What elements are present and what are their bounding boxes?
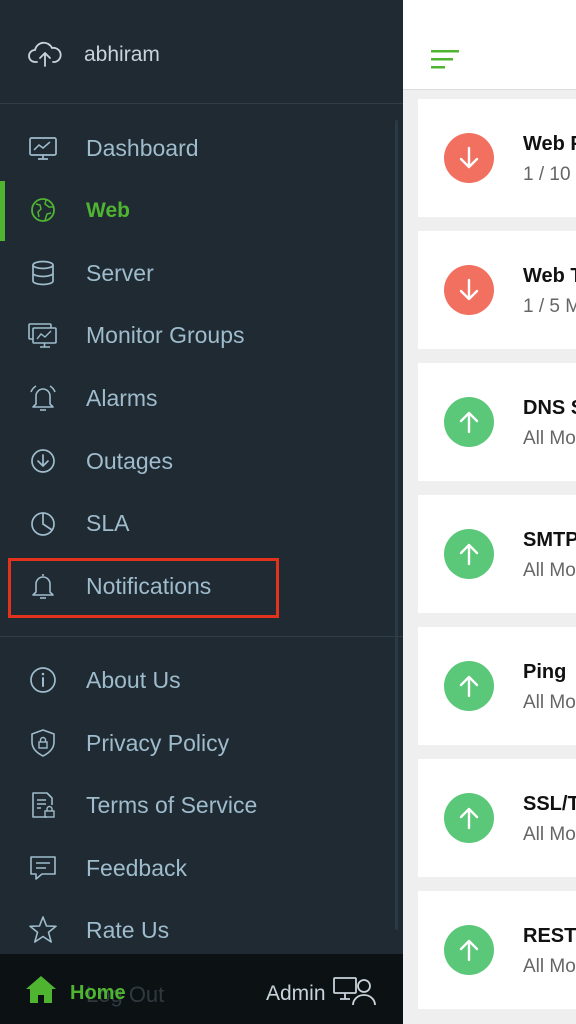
profile-header[interactable]: abhiram	[0, 0, 403, 104]
top-app-bar	[403, 0, 576, 90]
status-up-icon	[444, 925, 494, 975]
nav-label: Privacy Policy	[86, 730, 230, 756]
nav-item-web[interactable]: Web	[0, 181, 403, 241]
nav-label: About Us	[86, 667, 181, 693]
nav-label: Rate Us	[86, 917, 170, 943]
nav-label: Outages	[86, 448, 173, 474]
nav-label: Web	[86, 199, 130, 222]
highlight-box	[8, 558, 279, 618]
database-icon	[32, 260, 54, 286]
feedback-icon	[30, 856, 56, 880]
star-icon	[29, 916, 57, 943]
navigation-drawer: abhiram Dashboard Web Server Monitor Gro…	[0, 0, 403, 1024]
monitor-subtitle: All Mo	[523, 428, 576, 449]
nav-label: Monitor Groups	[86, 322, 245, 348]
monitor-subtitle: All Mo	[523, 956, 576, 977]
nav-item-alarms[interactable]: Alarms	[0, 369, 403, 429]
document-lock-icon	[32, 792, 55, 818]
info-icon	[30, 667, 56, 693]
monitor-title: Web P	[523, 133, 576, 155]
nav-label: Feedback	[86, 855, 188, 881]
status-up-icon	[444, 397, 494, 447]
nav-item-rate-us[interactable]: Rate Us	[0, 901, 403, 961]
monitor-title: Ping	[523, 661, 567, 683]
status-down-icon	[444, 265, 494, 315]
home-icon[interactable]	[24, 974, 58, 1006]
shield-lock-icon	[31, 729, 55, 757]
monitor-title: REST	[523, 925, 576, 947]
monitor-subtitle: All Mo	[523, 692, 576, 713]
cloud-upload-icon	[28, 41, 62, 67]
globe-icon	[31, 198, 55, 222]
nav-item-privacy-policy[interactable]: Privacy Policy	[0, 714, 403, 774]
status-up-icon	[444, 529, 494, 579]
nav-label: Dashboard	[86, 135, 199, 161]
admin-icon[interactable]	[332, 974, 380, 1008]
monitor-card[interactable]: SMTP All Mo	[418, 495, 576, 613]
active-indicator	[0, 181, 5, 241]
nav-divider	[0, 636, 403, 637]
monitor-subtitle: 1 / 5 M	[523, 296, 576, 317]
monitor-card[interactable]: Ping All Mo	[418, 627, 576, 745]
nav-item-feedback[interactable]: Feedback	[0, 839, 403, 899]
monitor-card[interactable]: Web P 1 / 10	[418, 99, 576, 217]
monitor-title: Web T	[523, 265, 576, 287]
monitor-list-panel: Web P 1 / 10 Web T 1 / 5 M DNS S All Mo …	[403, 0, 576, 1024]
nav-label: Terms of Service	[86, 792, 258, 818]
nav-item-terms-of-service[interactable]: Terms of Service	[0, 776, 403, 836]
nav-item-dashboard[interactable]: Dashboard	[0, 119, 403, 179]
admin-label[interactable]: Admin	[266, 982, 326, 1006]
monitor-card[interactable]: Web T 1 / 5 M	[418, 231, 576, 349]
monitor-title: SSL/T	[523, 793, 576, 815]
monitor-subtitle: All Mo	[523, 560, 576, 581]
nav-label: Server	[86, 260, 154, 286]
pie-chart-icon	[31, 512, 55, 536]
profile-name: abhiram	[84, 43, 160, 66]
alarm-bell-icon	[30, 385, 56, 411]
monitor-subtitle: 1 / 10	[523, 164, 571, 185]
monitor-title: DNS S	[523, 397, 576, 419]
dashboard-icon	[29, 137, 57, 160]
nav-label: Alarms	[86, 385, 158, 411]
status-down-icon	[444, 133, 494, 183]
status-up-icon	[444, 793, 494, 843]
nav-item-sla[interactable]: SLA	[0, 494, 403, 554]
menu-icon[interactable]	[431, 48, 459, 70]
monitor-card[interactable]: DNS S All Mo	[418, 363, 576, 481]
nav-item-server[interactable]: Server	[0, 244, 403, 304]
monitor-card[interactable]: SSL/T All Mo	[418, 759, 576, 877]
status-up-icon	[444, 661, 494, 711]
nav-item-about-us[interactable]: About Us	[0, 651, 403, 711]
nav-label: SLA	[86, 510, 130, 536]
home-button-label[interactable]: Home	[70, 982, 126, 1005]
monitor-title: SMTP	[523, 529, 576, 551]
bottom-bar: Log Out Home Admin	[0, 954, 403, 1024]
down-circle-icon	[31, 449, 55, 473]
monitor-group-icon	[28, 323, 57, 348]
monitor-card[interactable]: REST All Mo	[418, 891, 576, 1009]
monitor-subtitle: All Mo	[523, 824, 576, 845]
nav-item-monitor-groups[interactable]: Monitor Groups	[0, 306, 403, 366]
nav-item-outages[interactable]: Outages	[0, 432, 403, 492]
